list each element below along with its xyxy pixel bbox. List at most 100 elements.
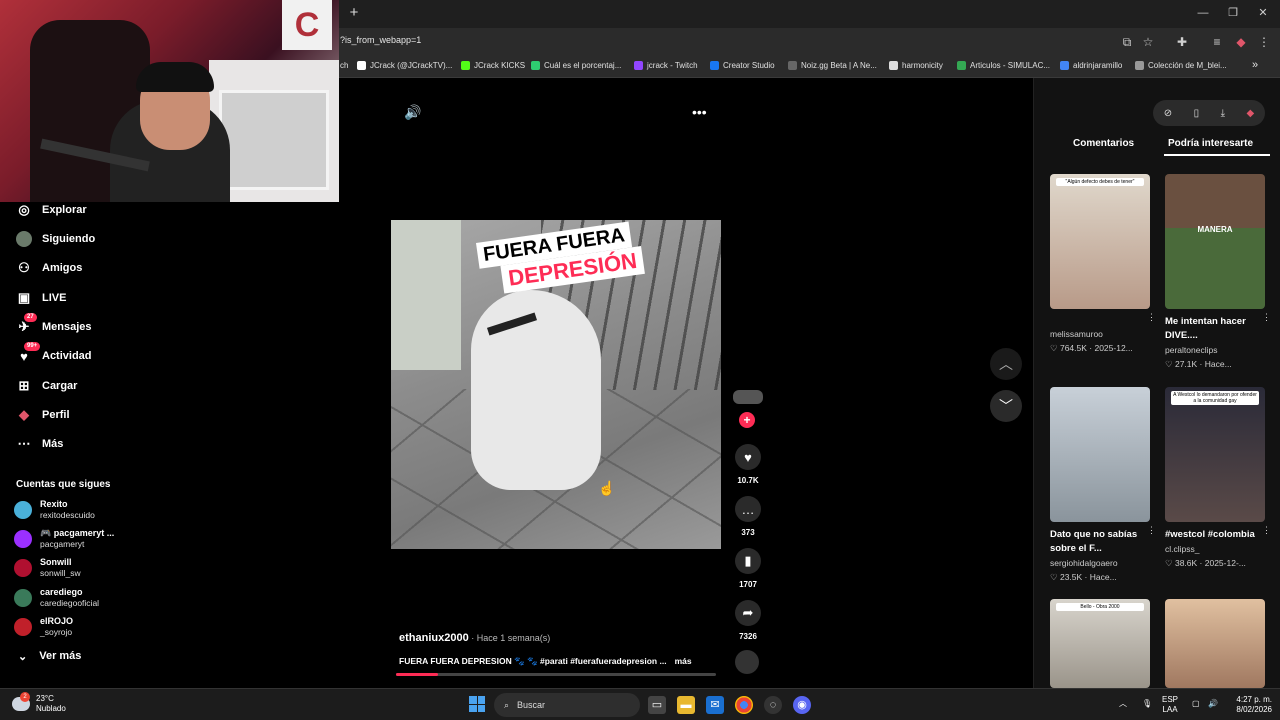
bookmark-item[interactable]: Cuál es el porcentaj... (531, 61, 621, 70)
active-tab-indicator (1164, 154, 1270, 156)
close-icon[interactable]: ✕ (1248, 4, 1278, 22)
tray-overflow-icon[interactable]: ︿ (1119, 699, 1127, 709)
windows-start-icon[interactable] (469, 696, 485, 712)
discord-icon[interactable]: ◉ (793, 696, 811, 714)
video-thumbnail (1050, 387, 1150, 522)
suggested-video-card[interactable]: "Algún defecto debes de tener" melissamu… (1050, 174, 1156, 354)
bookmark-item[interactable]: jcrack - Twitch (634, 61, 698, 70)
sidebar-item-explorar[interactable]: ◎ Explorar (16, 199, 86, 221)
download-icon[interactable]: ⤓ (1221, 108, 1225, 119)
see-more-button[interactable]: ⌄ Ver más (18, 650, 81, 663)
bookmark-item[interactable]: aldrinjaramillo (1060, 61, 1122, 70)
more-icon: ⋯ (17, 436, 31, 451)
live-icon: ▣ (17, 290, 31, 305)
sidebar-item-mas[interactable]: ⋯ Más (16, 433, 64, 455)
sidebar-item-cargar[interactable]: ⊞ Cargar (16, 375, 78, 397)
volume-icon[interactable]: 🔊 (404, 104, 421, 121)
share-icon: ➦ (735, 600, 761, 626)
bookmark-item[interactable]: ch (340, 61, 348, 70)
tab-podria-interesarte[interactable]: Podría interesarte (1168, 138, 1253, 149)
x-icon (357, 61, 366, 70)
video-options-icon[interactable]: ••• (692, 104, 707, 120)
suggested-video-card[interactable]: Dato que no sabías sobre el F... sergioh… (1050, 387, 1156, 583)
followed-account[interactable]: Sonwill sonwill_sw (14, 557, 81, 579)
video-author[interactable]: ethaniux2000 · Hace 1 semana(s) (399, 632, 550, 644)
comment-button[interactable]: … 373 (734, 496, 762, 537)
network-icon[interactable]: ▢ (1192, 699, 1200, 709)
task-view-icon[interactable]: ▭ (648, 696, 666, 714)
more-link[interactable]: más (675, 656, 692, 666)
bookmark-item[interactable]: Articulos - SIMULAC... (957, 61, 1050, 70)
next-video-button[interactable]: ﹀ (990, 390, 1022, 422)
browser-menu-icon[interactable]: ⋮ (1256, 34, 1272, 50)
followed-account[interactable]: elROJO _soyrojo (14, 616, 73, 638)
bookmark-item[interactable]: Noiz.gg Beta | A Ne... (788, 61, 877, 70)
video-progress-fill (396, 673, 438, 676)
tab-comentarios[interactable]: Comentarios (1073, 138, 1134, 149)
taskbar-search[interactable]: ⌕ Buscar (494, 693, 640, 717)
card-options-icon[interactable]: ⋮ (1262, 312, 1271, 323)
card-options-icon[interactable]: ⋮ (1147, 312, 1156, 323)
following-avatar-icon (16, 231, 32, 247)
bookmark-item[interactable]: JCrack KICKS (461, 61, 525, 70)
url-field[interactable]: ?is_from_webapp=1 (340, 35, 421, 45)
sidebar-item-amigos[interactable]: ⚇ Amigos (16, 257, 82, 279)
card-options-icon[interactable]: ⋮ (1262, 525, 1271, 536)
speaker-icon[interactable]: 🔊 (1208, 699, 1218, 709)
music-disc-icon[interactable] (735, 650, 759, 674)
search-icon: ⌕ (504, 699, 510, 710)
sidebar-item-live[interactable]: ▣ LIVE (16, 287, 67, 309)
followed-account[interactable]: carediego carediegooficial (14, 587, 99, 609)
bookmark-star-icon[interactable]: ☆ (1140, 34, 1156, 50)
share-button[interactable]: ➦ 7326 (734, 600, 762, 641)
card-options-icon[interactable]: ⋮ (1147, 525, 1156, 536)
creator-avatar[interactable] (733, 390, 763, 404)
video-player[interactable]: FUERA FUERA DEPRESIÓN (391, 220, 721, 549)
kick-icon (461, 61, 470, 70)
previous-video-button[interactable]: ︿ (990, 348, 1022, 380)
file-explorer-icon[interactable]: ▬ (677, 696, 695, 714)
followed-account[interactable]: 🎮 pacgameryt ... pacgameryt (14, 528, 114, 550)
site-icon (1135, 61, 1144, 70)
microphone-icon[interactable]: 🎙 (1142, 699, 1152, 709)
sidebar-item-mensajes[interactable]: ✈ 27 Mensajes (16, 313, 92, 338)
suggested-video-card[interactable] (1165, 599, 1265, 688)
bookmark-icon: ▮ (735, 548, 761, 574)
clock[interactable]: 4:27 p. m. 8/02/2026 (1226, 695, 1272, 715)
suggested-video-card[interactable]: Bello - Obra 2000 (1050, 599, 1150, 688)
bookmark-item[interactable]: Colección de M_blei... (1135, 61, 1227, 70)
new-tab-button[interactable]: + (346, 5, 362, 21)
followed-account[interactable]: Rexito rexitodescuido (14, 499, 95, 521)
minimize-icon[interactable]: — (1188, 4, 1218, 22)
bookmark-item[interactable]: Creator Studio (710, 61, 775, 70)
device-icon[interactable]: ▯ (1194, 108, 1200, 119)
suggested-video-card[interactable]: MANERA Me intentan hacer DIVE.... peralt… (1165, 174, 1271, 370)
drive-icon (957, 61, 966, 70)
suggested-video-card[interactable]: A Westcol lo demandaron por ofender a la… (1165, 387, 1271, 569)
like-button[interactable]: ♥ 10.7K (734, 444, 762, 485)
bookmark-item[interactable]: harmonicity (889, 61, 943, 70)
mail-icon[interactable]: ✉ (706, 696, 724, 714)
restore-icon[interactable]: ❐ (1218, 4, 1248, 22)
chevron-down-icon: ﹀ (999, 398, 1013, 414)
weather-widget[interactable]: 2 23°C Nublado (12, 692, 66, 714)
save-button[interactable]: ▮ 1707 (734, 548, 762, 589)
profile-avatar-icon[interactable]: ◆ (1233, 34, 1249, 50)
compass-icon[interactable]: ⊘ (1164, 108, 1172, 119)
bookmark-item[interactable]: JCrack (@JCrackTV)... (357, 61, 452, 70)
reading-list-icon[interactable]: ≡ (1209, 34, 1225, 50)
profile-avatar-icon[interactable]: ◆ (1247, 108, 1255, 119)
sidebar-item-perfil[interactable]: ◆ Perfil (16, 404, 70, 426)
chrome-icon[interactable] (735, 696, 753, 714)
video-progress-bar[interactable] (396, 673, 716, 676)
more-bookmarks-button[interactable]: » (1252, 59, 1258, 71)
install-app-icon[interactable]: ⧉ (1119, 34, 1135, 50)
app-icon[interactable]: ◌ (764, 696, 782, 714)
sidebar-item-actividad[interactable]: ♥ 99+ Actividad (16, 342, 92, 367)
extensions-icon[interactable]: ✚ (1174, 34, 1190, 50)
follow-button[interactable]: + (739, 412, 755, 428)
avatar (14, 559, 32, 577)
language-indicator[interactable]: ESP LAA (1162, 695, 1178, 715)
sidebar-item-siguiendo[interactable]: Siguiendo (16, 228, 95, 250)
panel-toolbar: ⊘ ▯ ⤓ ◆ (1153, 100, 1265, 126)
